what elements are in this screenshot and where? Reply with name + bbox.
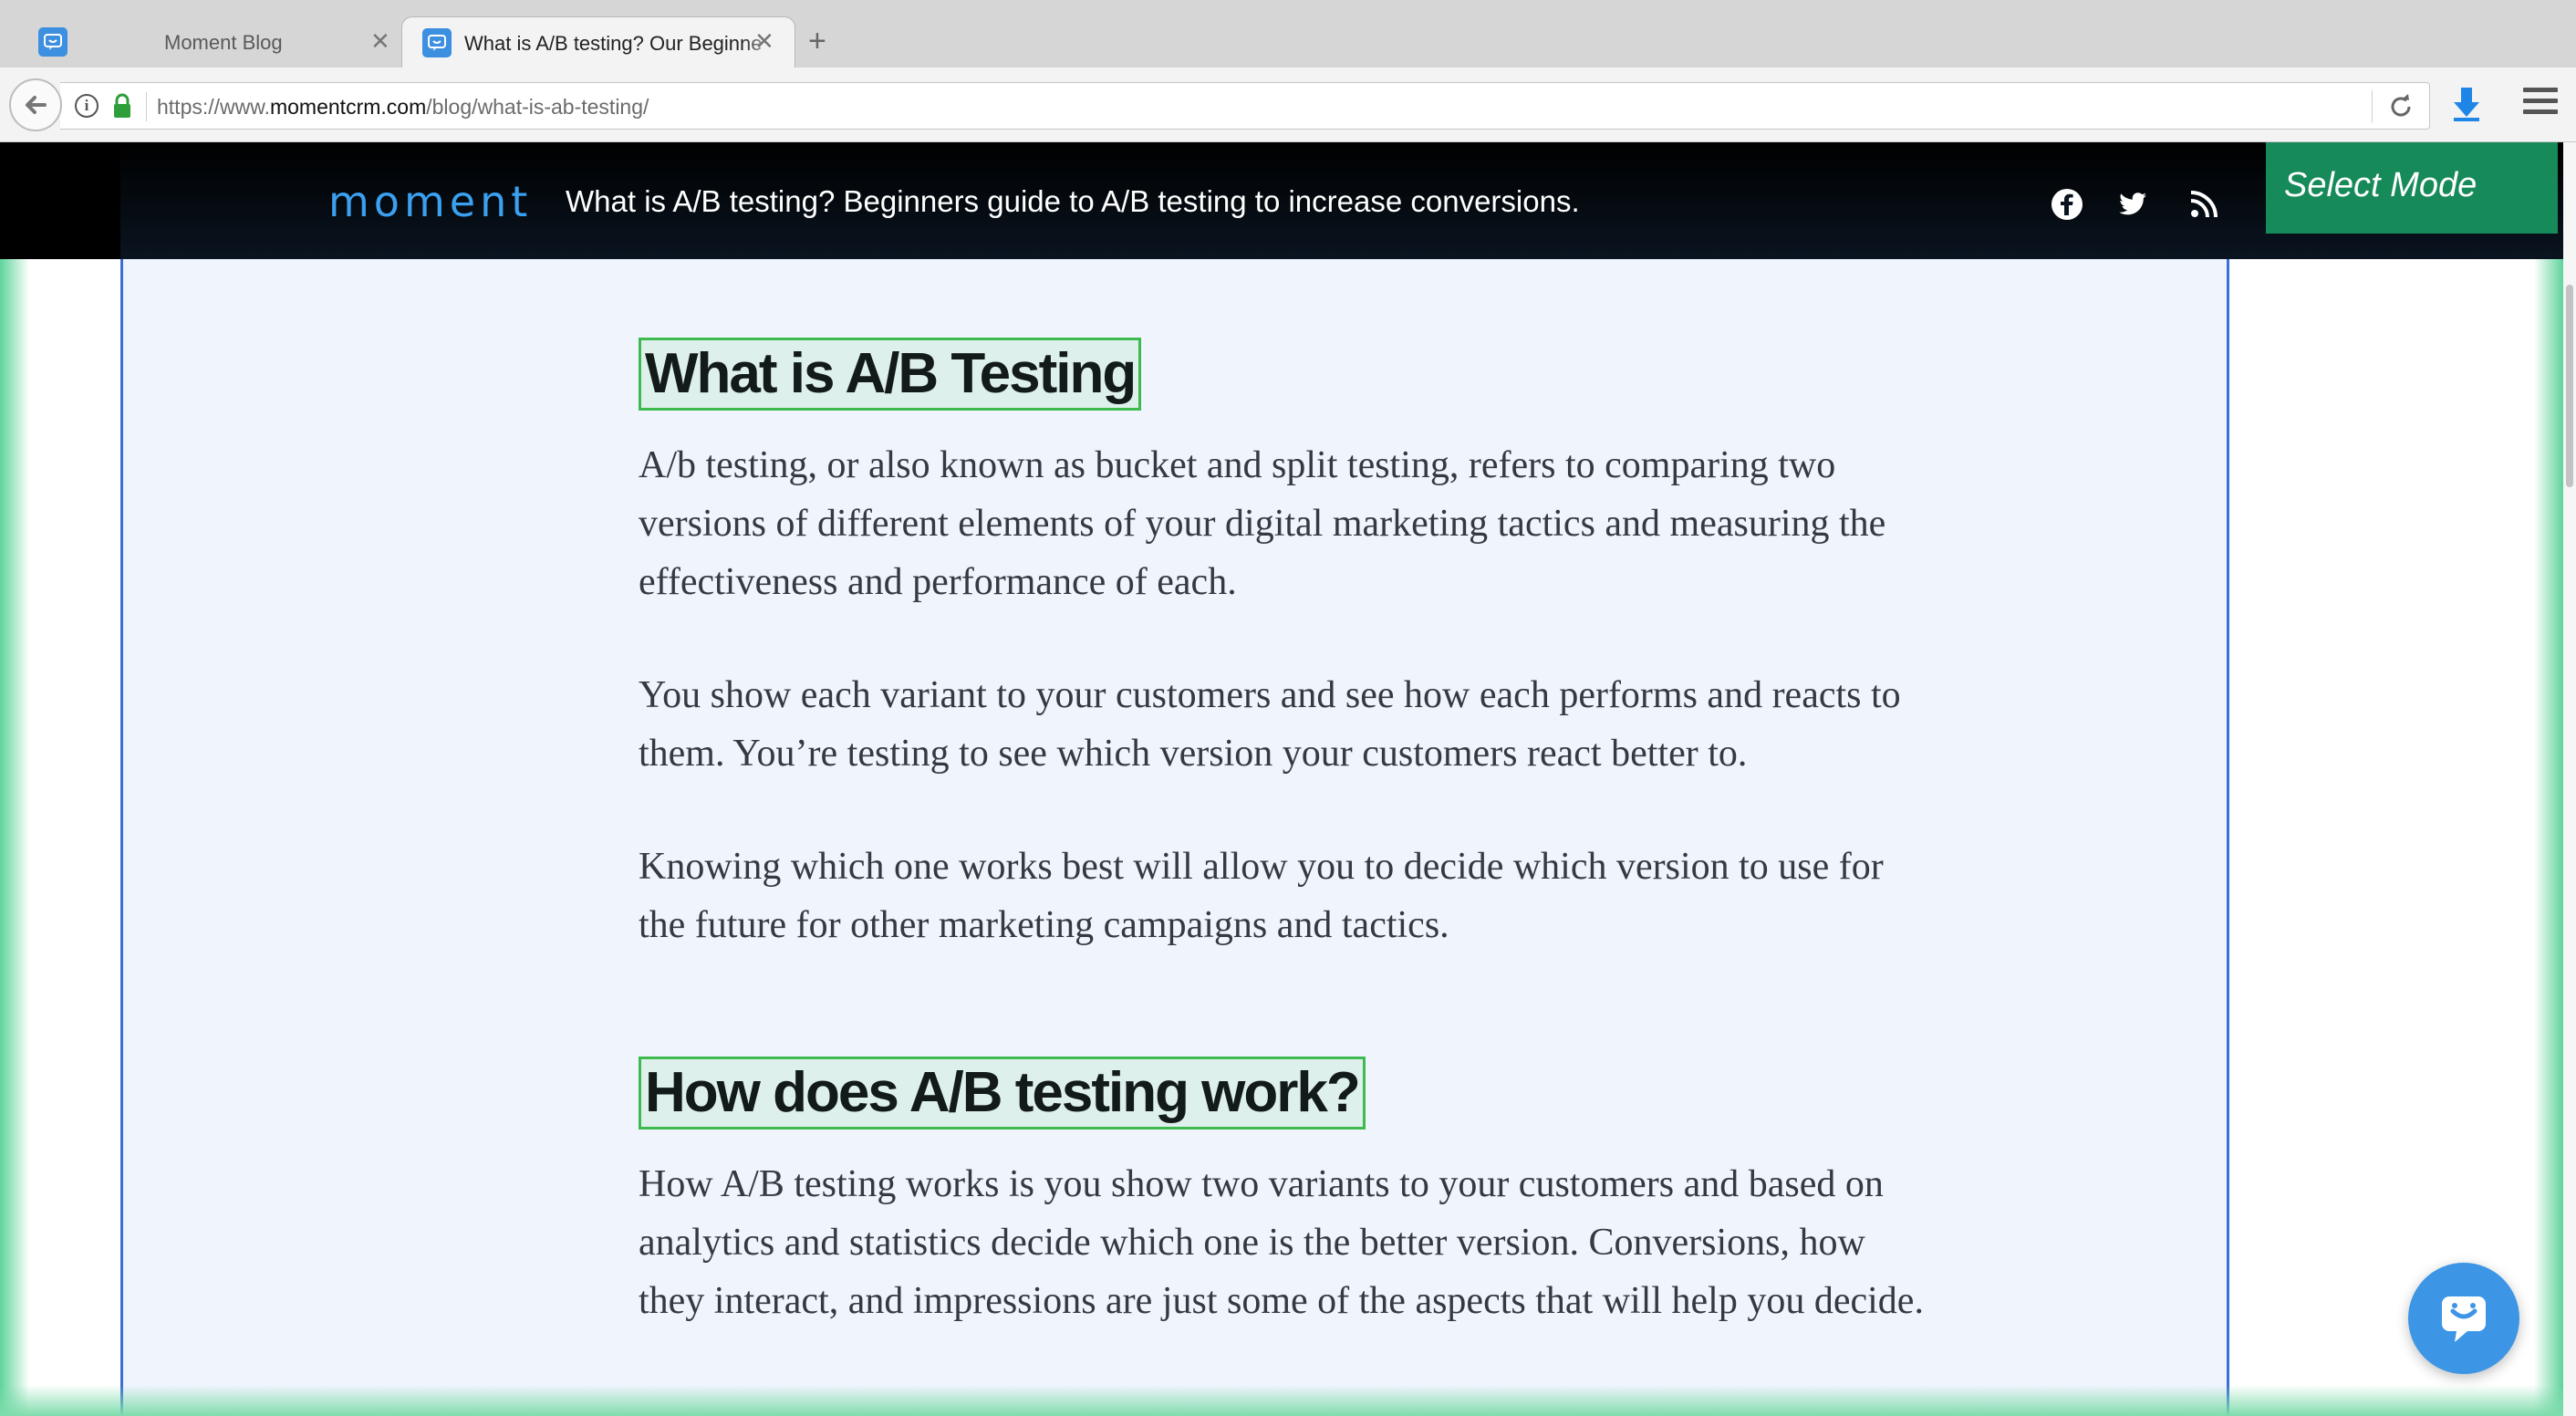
tab-moment-blog[interactable]: Moment Blog ✕ — [88, 16, 398, 68]
reload-icon[interactable] — [2386, 92, 2415, 121]
page-viewport: moment What is A/B testing? Beginners gu… — [0, 142, 2576, 1416]
tab-ab-testing[interactable]: What is A/B testing? Our Beginne ✕ — [401, 16, 795, 68]
address-bar[interactable]: i https://www.momentcrm.com/blog/what-is… — [60, 82, 2430, 130]
moment-favicon-icon — [38, 27, 68, 57]
rss-icon[interactable] — [2187, 188, 2220, 221]
info-icon[interactable]: i — [75, 94, 99, 118]
hamburger-menu-icon[interactable] — [2523, 88, 2558, 119]
moment-logo[interactable]: moment — [328, 177, 532, 226]
chat-icon — [2442, 1296, 2486, 1342]
download-icon[interactable] — [2450, 86, 2483, 122]
paragraph: How A/B testing works is you show two va… — [639, 1163, 1924, 1322]
paragraph: You show each variant to your customers … — [639, 674, 1901, 775]
glow-edge-left — [0, 142, 29, 1416]
back-arrow-icon — [26, 96, 47, 114]
navigation-bar: i https://www.momentcrm.com/blog/what-is… — [0, 68, 2576, 142]
url-separator — [146, 92, 147, 121]
close-tab-icon[interactable]: ✕ — [370, 29, 390, 53]
paragraph: A/b testing, or also known as bucket and… — [639, 444, 1886, 603]
section-heading-what-is-ab-testing: What is A/B Testing — [645, 342, 1137, 405]
back-button[interactable] — [9, 78, 62, 131]
glow-edge-bottom — [0, 1385, 2576, 1416]
reload-separator — [2372, 90, 2373, 123]
pinned-tab[interactable] — [38, 16, 75, 68]
moment-favicon-icon — [422, 28, 452, 57]
article-body: What is A/B Testing A/b testing, or also… — [639, 338, 1925, 1330]
tab-bar: Moment Blog ✕ What is A/B testing? Our B… — [0, 0, 2576, 68]
twitter-icon[interactable] — [2116, 188, 2149, 221]
select-mode-banner[interactable]: Select Mode — [2266, 142, 2558, 234]
tab-title: Moment Blog — [164, 31, 283, 54]
new-tab-button[interactable]: + — [808, 26, 826, 57]
header-title: What is A/B testing? Beginners guide to … — [566, 184, 1580, 218]
url-text[interactable]: https://www.momentcrm.com/blog/what-is-a… — [157, 95, 649, 120]
tab-title: What is A/B testing? Our Beginne — [464, 32, 763, 55]
glow-edge-right — [2534, 142, 2563, 1416]
lock-icon[interactable] — [111, 92, 133, 120]
section-heading-how-does-ab-testing-work: How does A/B testing work? — [645, 1061, 1361, 1124]
scrollbar-thumb[interactable] — [2566, 285, 2573, 487]
highlighted-heading[interactable]: How does A/B testing work? — [639, 1057, 1366, 1130]
close-tab-icon[interactable]: ✕ — [754, 29, 774, 53]
highlighted-heading[interactable]: What is A/B Testing — [639, 338, 1142, 411]
facebook-icon[interactable] — [2051, 188, 2083, 221]
paragraph: Knowing which one works best will allow … — [639, 846, 1884, 946]
site-header: moment What is A/B testing? Beginners gu… — [0, 142, 2563, 259]
chat-widget-button[interactable] — [2408, 1263, 2519, 1374]
scrollbar[interactable] — [2563, 142, 2576, 1416]
